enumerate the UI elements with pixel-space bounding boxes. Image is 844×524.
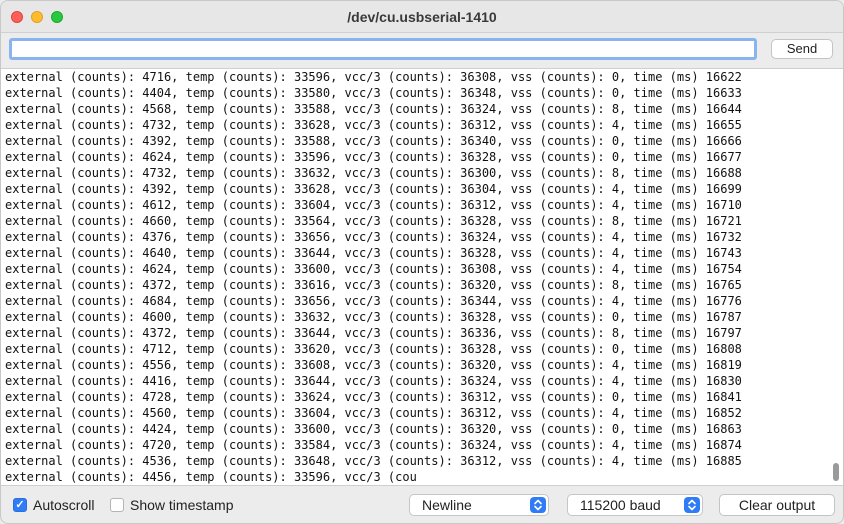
- log-line: external (counts): 4624, temp (counts): …: [5, 262, 742, 276]
- baud-rate-select[interactable]: 115200 baud: [567, 494, 703, 516]
- output-log: external (counts): 4716, temp (counts): …: [5, 69, 742, 485]
- log-line: external (counts): 4732, temp (counts): …: [5, 166, 742, 180]
- log-line: external (counts): 4624, temp (counts): …: [5, 150, 742, 164]
- scrollbar-thumb[interactable]: [833, 463, 839, 481]
- log-line: external (counts): 4612, temp (counts): …: [5, 198, 742, 212]
- log-line: external (counts): 4568, temp (counts): …: [5, 102, 742, 116]
- log-line: external (counts): 4392, temp (counts): …: [5, 182, 742, 196]
- autoscroll-checkbox[interactable]: ✓: [13, 498, 27, 512]
- serial-monitor-window: /dev/cu.usbserial-1410 Send external (co…: [0, 0, 844, 524]
- log-line: external (counts): 4372, temp (counts): …: [5, 278, 742, 292]
- log-line: external (counts): 4640, temp (counts): …: [5, 246, 742, 260]
- log-line: external (counts): 4536, temp (counts): …: [5, 454, 742, 468]
- title-bar[interactable]: /dev/cu.usbserial-1410: [1, 1, 843, 33]
- log-line: external (counts): 4456, temp (counts): …: [5, 470, 417, 484]
- log-line: external (counts): 4720, temp (counts): …: [5, 438, 742, 452]
- log-line: external (counts): 4416, temp (counts): …: [5, 374, 742, 388]
- updown-chevron-icon: [684, 497, 700, 513]
- send-button[interactable]: Send: [771, 39, 833, 59]
- log-line: external (counts): 4712, temp (counts): …: [5, 342, 742, 356]
- log-line: external (counts): 4392, temp (counts): …: [5, 134, 742, 148]
- log-line: external (counts): 4716, temp (counts): …: [5, 70, 742, 84]
- log-line: external (counts): 4424, temp (counts): …: [5, 422, 742, 436]
- autoscroll-label[interactable]: Autoscroll: [33, 497, 94, 513]
- scrollbar[interactable]: [831, 69, 841, 485]
- serial-input[interactable]: [9, 38, 757, 60]
- checkmark-icon: ✓: [15, 499, 25, 511]
- log-line: external (counts): 4732, temp (counts): …: [5, 118, 742, 132]
- line-ending-select[interactable]: Newline: [409, 494, 549, 516]
- log-line: external (counts): 4560, temp (counts): …: [5, 406, 742, 420]
- log-line: external (counts): 4556, temp (counts): …: [5, 358, 742, 372]
- clear-output-button[interactable]: Clear output: [719, 494, 835, 516]
- updown-chevron-icon: [530, 497, 546, 513]
- window-title: /dev/cu.usbserial-1410: [347, 9, 497, 25]
- log-line: external (counts): 4600, temp (counts): …: [5, 310, 742, 324]
- log-line: external (counts): 4684, temp (counts): …: [5, 294, 742, 308]
- serial-output[interactable]: external (counts): 4716, temp (counts): …: [1, 68, 843, 486]
- log-line: external (counts): 4372, temp (counts): …: [5, 326, 742, 340]
- bottom-toolbar: ✓ Autoscroll Show timestamp Newline 1152…: [1, 489, 843, 523]
- log-line: external (counts): 4728, temp (counts): …: [5, 390, 742, 404]
- show-timestamp-checkbox[interactable]: [110, 498, 124, 512]
- show-timestamp-label[interactable]: Show timestamp: [130, 497, 233, 513]
- log-line: external (counts): 4376, temp (counts): …: [5, 230, 742, 244]
- log-line: external (counts): 4404, temp (counts): …: [5, 86, 742, 100]
- line-ending-value: Newline: [422, 497, 472, 513]
- send-row: Send: [1, 33, 843, 65]
- baud-rate-value: 115200 baud: [580, 497, 661, 513]
- log-line: external (counts): 4660, temp (counts): …: [5, 214, 742, 228]
